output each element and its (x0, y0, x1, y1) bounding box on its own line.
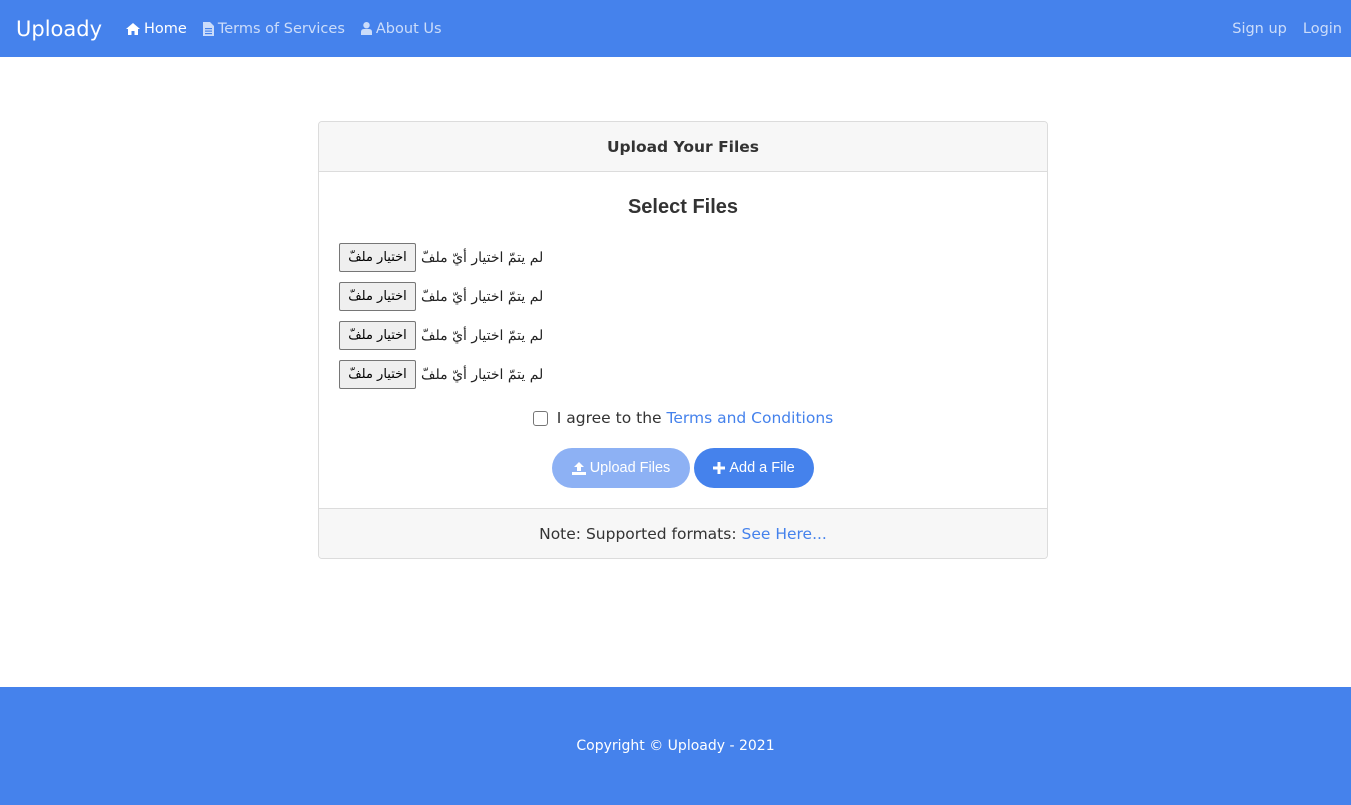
nav-signup[interactable]: Sign up (1232, 21, 1287, 37)
file-status: لم يتمّ اختيار أيّ ملفّ (421, 327, 544, 344)
choose-file-button[interactable]: اختيار ملفّ (339, 360, 416, 389)
select-files-title: Select Files (627, 196, 739, 218)
file-status: لم يتمّ اختيار أيّ ملفّ (421, 366, 544, 383)
file-text-icon (202, 21, 214, 36)
upload-icon (571, 461, 586, 475)
plus-icon (713, 462, 726, 474)
upload-card: Upload Your Files Select Files اختيار مل… (318, 121, 1048, 559)
nav-home[interactable]: Home (126, 21, 187, 37)
page-footer: Copyright © Uploady - 2021 (0, 687, 1351, 805)
choose-file-button[interactable]: اختيار ملفّ (339, 321, 416, 350)
brand-logo[interactable]: Uploady (16, 17, 102, 41)
upload-files-button[interactable]: Upload Files (552, 448, 690, 488)
choose-file-button[interactable]: اختيار ملفّ (339, 243, 416, 272)
add-file-label: Add a File (729, 460, 795, 476)
upload-files-label: Upload Files (589, 460, 671, 476)
file-input-row: اختيار ملفّ لم يتمّ اختيار أيّ ملفّ (339, 321, 543, 350)
terms-link[interactable]: Terms and Conditions (667, 409, 834, 427)
user-icon (360, 22, 372, 35)
action-buttons: Upload Files Add a File (319, 448, 1047, 488)
choose-file-button[interactable]: اختيار ملفّ (339, 282, 416, 311)
file-input-row: اختيار ملفّ لم يتمّ اختيار أيّ ملفّ (339, 360, 543, 389)
file-status: لم يتمّ اختيار أيّ ملفّ (421, 249, 544, 266)
file-input-row: اختيار ملفّ لم يتمّ اختيار أيّ ملفّ (339, 243, 543, 272)
nav-terms-label: Terms of Services (217, 20, 345, 37)
home-icon (126, 22, 141, 35)
terms-agreement: I agree to the Terms and Conditions (319, 409, 1047, 427)
file-status: لم يتمّ اختيار أيّ ملفّ (421, 288, 544, 305)
note-text: Note: Supported formats: (539, 524, 737, 543)
nav-about[interactable]: About Us (360, 20, 442, 37)
add-file-button[interactable]: Add a File (694, 448, 814, 488)
nav-home-label: Home (144, 20, 187, 37)
nav-terms[interactable]: Terms of Services (202, 20, 345, 37)
agree-text: I agree to the (556, 409, 662, 427)
copyright-text: Copyright © Uploady - 2021 (576, 738, 775, 754)
file-input-row: اختيار ملفّ لم يتمّ اختيار أيّ ملفّ (339, 282, 543, 311)
nav-right: Sign up Login (1225, 21, 1351, 37)
card-body: Select Files اختيار ملفّ لم يتمّ اختيار … (319, 172, 1047, 508)
card-footer: Note: Supported formats: See Here... (319, 508, 1047, 558)
navbar: Uploady Home Terms of Services About Us … (0, 0, 1351, 57)
nav-login[interactable]: Login (1303, 21, 1342, 37)
nav-about-label: About Us (375, 20, 442, 37)
agree-checkbox[interactable] (532, 410, 548, 426)
supported-formats-link[interactable]: See Here... (741, 525, 826, 543)
card-header: Upload Your Files (319, 122, 1047, 172)
